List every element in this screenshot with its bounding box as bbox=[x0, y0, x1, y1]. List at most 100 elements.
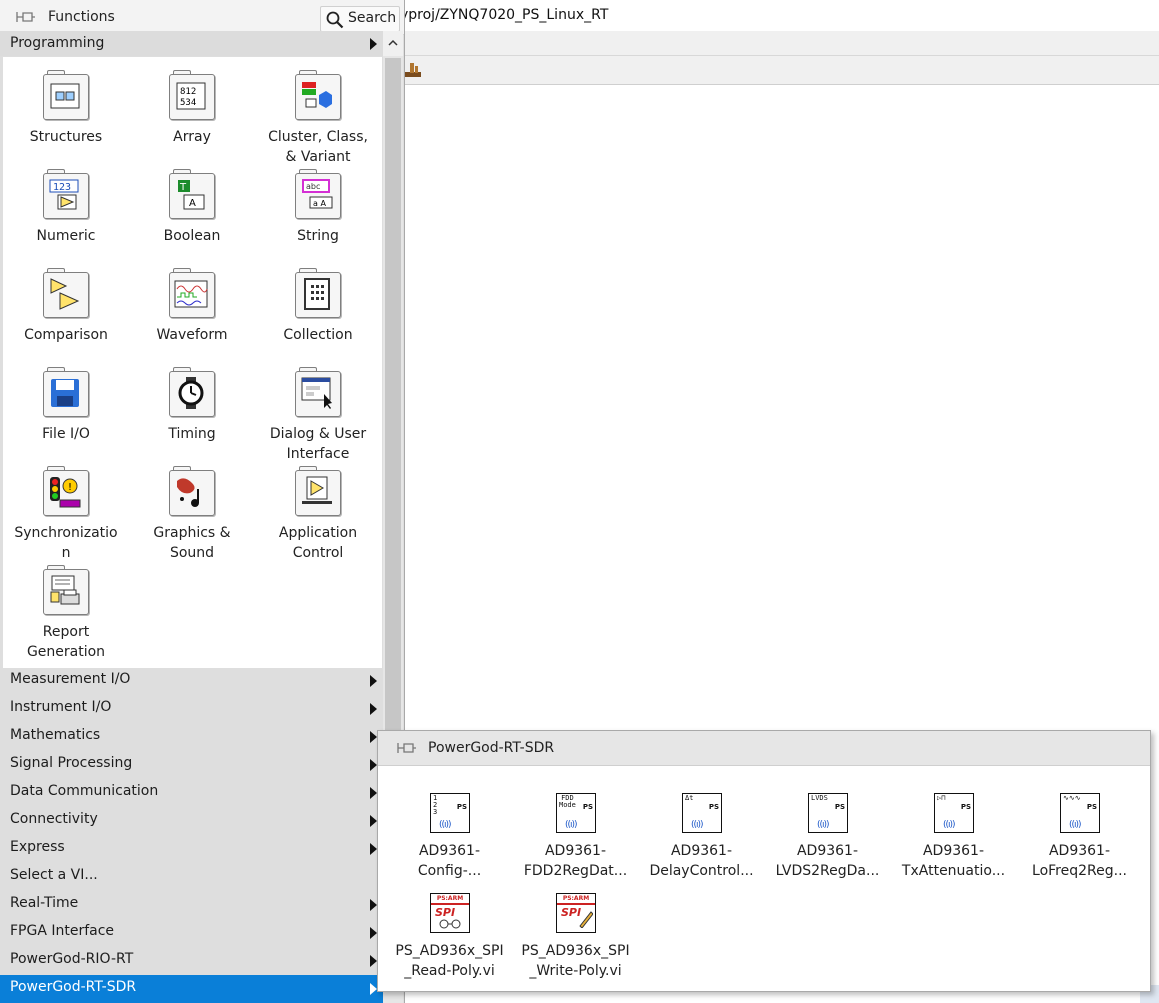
application-control-icon bbox=[295, 466, 341, 516]
category-label: Select a VI... bbox=[10, 867, 98, 883]
palette-tile-label: Graphics & Sound bbox=[153, 525, 231, 561]
submenu-arrow-icon bbox=[370, 731, 377, 743]
category-instrument-i-o[interactable]: Instrument I/O bbox=[0, 695, 383, 723]
vi-ad9361-config[interactable]: 1 2 3 PS ((ı)) AD9361- Config-... bbox=[387, 793, 512, 887]
svg-text:A: A bbox=[189, 198, 196, 209]
palette-tile-array[interactable]: 812 534 Array bbox=[129, 57, 255, 156]
palette-tile-timing[interactable]: Timing bbox=[129, 354, 255, 453]
category-label: FPGA Interface bbox=[10, 923, 115, 939]
vi-label: AD9361- LVDS2RegDa... bbox=[775, 843, 880, 879]
category-label: Instrument I/O bbox=[10, 699, 112, 715]
palette-tile-label: Array bbox=[173, 129, 211, 145]
vi-ad9361-fdd[interactable]: FDD Mode PS ((ı)) AD9361- FDD2RegDat... bbox=[513, 793, 638, 887]
palette-tile-graphics-sound[interactable]: Graphics & Sound bbox=[129, 453, 255, 561]
vi-label: PS_AD936x_SPI _Read-Poly.vi bbox=[395, 943, 504, 979]
category-select-a-vi[interactable]: Select a VI... bbox=[0, 863, 383, 891]
vi-spi-write[interactable]: PS:ARM SPI PS_AD936x_SPI _Write-Poly.vi bbox=[513, 893, 638, 987]
ad9361-lofreq-icon: ∿∿∿ PS ((ı)) bbox=[1060, 793, 1100, 833]
palette-tile-synchronization[interactable]: ! Synchronizatio n bbox=[3, 453, 129, 561]
palette-tile-label: Report Generation bbox=[26, 624, 106, 660]
svg-text:534: 534 bbox=[180, 98, 196, 108]
category-label: Data Communication bbox=[10, 783, 159, 799]
ad9361-config-icon: 1 2 3 PS ((ı)) bbox=[430, 793, 470, 833]
category-powergod-rt-sdr[interactable]: PowerGod-RT-SDR bbox=[0, 975, 383, 1003]
clean-up-diagram-icon[interactable] bbox=[404, 60, 422, 80]
boolean-icon: TA bbox=[169, 169, 215, 219]
category-label: Signal Processing bbox=[10, 755, 133, 771]
palette-tile-cluster[interactable]: Cluster, Class, & Variant bbox=[255, 57, 381, 165]
palette-tile-comparison[interactable]: Comparison bbox=[3, 255, 129, 354]
vi-label: AD9361- LoFreq2Reg... bbox=[1032, 843, 1127, 879]
pin-icon[interactable] bbox=[14, 9, 36, 25]
vi-ad9361-delay[interactable]: Δt PS ((ı)) AD9361- DelayControl... bbox=[639, 793, 764, 887]
category-mathematics[interactable]: Mathematics bbox=[0, 723, 383, 751]
submenu-arrow-icon bbox=[370, 675, 377, 687]
category-label: Express bbox=[10, 839, 65, 855]
palette-tile-waveform[interactable]: Waveform bbox=[129, 255, 255, 354]
palette-tile-dialog[interactable]: Dialog & User Interface bbox=[255, 354, 381, 462]
submenu-arrow-icon bbox=[370, 955, 377, 967]
comparison-icon bbox=[43, 268, 89, 318]
palette-tile-label: Structures bbox=[29, 129, 103, 145]
palette-tile-numeric[interactable]: 123 Numeric bbox=[3, 156, 129, 255]
category-signal-processing[interactable]: Signal Processing bbox=[0, 751, 383, 779]
submenu-arrow-icon bbox=[370, 38, 377, 50]
palette-tile-boolean[interactable]: T A Boolean bbox=[129, 156, 255, 255]
spi-write-icon: PS:ARM SPI bbox=[556, 893, 596, 933]
numeric-icon: 123 bbox=[43, 169, 89, 219]
ad9361-lvds-icon: LVDS PS ((ı)) bbox=[808, 793, 848, 833]
vi-ad9361-txatten[interactable]: ▷⊓ PS ((ı)) AD9361- TxAttenuatio... bbox=[891, 793, 1016, 887]
pin-icon[interactable] bbox=[395, 740, 417, 756]
category-label: PowerGod-RIO-RT bbox=[10, 951, 134, 967]
category-data-communication[interactable]: Data Communication bbox=[0, 779, 383, 807]
category-real-time[interactable]: Real-Time bbox=[0, 891, 383, 919]
scroll-thumb[interactable] bbox=[385, 58, 401, 758]
svg-text:812: 812 bbox=[180, 87, 196, 97]
submenu-arrow-icon bbox=[370, 927, 377, 939]
svg-text:123: 123 bbox=[53, 182, 71, 193]
palette-tile-structures[interactable]: Structures bbox=[3, 57, 129, 156]
submenu-arrow-icon bbox=[370, 815, 377, 827]
palette-tile-label: Waveform bbox=[156, 327, 228, 343]
category-label: Measurement I/O bbox=[10, 671, 131, 687]
palette-tile-label: String bbox=[297, 228, 339, 244]
ad9361-fdd-icon: FDD Mode PS ((ı)) bbox=[556, 793, 596, 833]
vi-label: AD9361- TxAttenuatio... bbox=[901, 843, 1006, 879]
palette-tile-application-control[interactable]: Application Control bbox=[255, 453, 381, 561]
category-measurement-i-o[interactable]: Measurement I/O bbox=[0, 667, 383, 695]
category-fpga-interface[interactable]: FPGA Interface bbox=[0, 919, 383, 947]
palette-tile-string[interactable]: abc a A String bbox=[255, 156, 381, 255]
palette-tile-label: Comparison bbox=[24, 327, 108, 343]
subpalette-powergod-rt-sdr: PowerGod-RT-SDR 1 2 3 PS ((ı)) AD9361- Conf… bbox=[377, 730, 1151, 992]
waveform-icon bbox=[169, 268, 215, 318]
search-label: Search bbox=[348, 10, 397, 26]
category-label: Connectivity bbox=[10, 811, 98, 827]
subpalette-header: PowerGod-RT-SDR bbox=[378, 731, 1150, 766]
category-powergod-rio-rt[interactable]: PowerGod-RIO-RT bbox=[0, 947, 383, 975]
submenu-arrow-icon bbox=[370, 843, 377, 855]
synchronization-icon: ! bbox=[43, 466, 89, 516]
vi-spi-read[interactable]: PS:ARM SPI PS_AD936x_SPI _Read-Poly.vi bbox=[387, 893, 512, 987]
palette-title: Functions bbox=[48, 9, 115, 25]
submenu-arrow-icon bbox=[370, 787, 377, 799]
category-label: Mathematics bbox=[10, 727, 101, 743]
category-label: PowerGod-RT-SDR bbox=[10, 979, 137, 995]
palette-tile-collection[interactable]: Collection bbox=[255, 255, 381, 354]
palette-tile-label: Timing bbox=[168, 426, 216, 442]
vi-ad9361-lofreq[interactable]: ∿∿∿ PS ((ı)) AD9361- LoFreq2Reg... bbox=[1017, 793, 1142, 887]
ad9361-delay-icon: Δt PS ((ı)) bbox=[682, 793, 722, 833]
category-programming[interactable]: Programming bbox=[0, 31, 383, 56]
category-express[interactable]: Express bbox=[0, 835, 383, 863]
palette-tile-file-io[interactable]: File I/O bbox=[3, 354, 129, 453]
palette-tile-report-generation[interactable]: Report Generation bbox=[3, 552, 129, 660]
palette-tile-label: Boolean bbox=[163, 228, 221, 244]
structures-icon bbox=[43, 70, 89, 120]
category-connectivity[interactable]: Connectivity bbox=[0, 807, 383, 835]
report-generation-icon bbox=[43, 565, 89, 615]
submenu-arrow-icon bbox=[370, 899, 377, 911]
palette-tile-label: Application Control bbox=[278, 525, 358, 561]
search-button[interactable]: Search bbox=[320, 6, 400, 32]
scroll-up-button[interactable] bbox=[383, 31, 403, 56]
vi-ad9361-lvds[interactable]: LVDS PS ((ı)) AD9361- LVDS2RegDa... bbox=[765, 793, 890, 887]
dialog-icon bbox=[295, 367, 341, 417]
